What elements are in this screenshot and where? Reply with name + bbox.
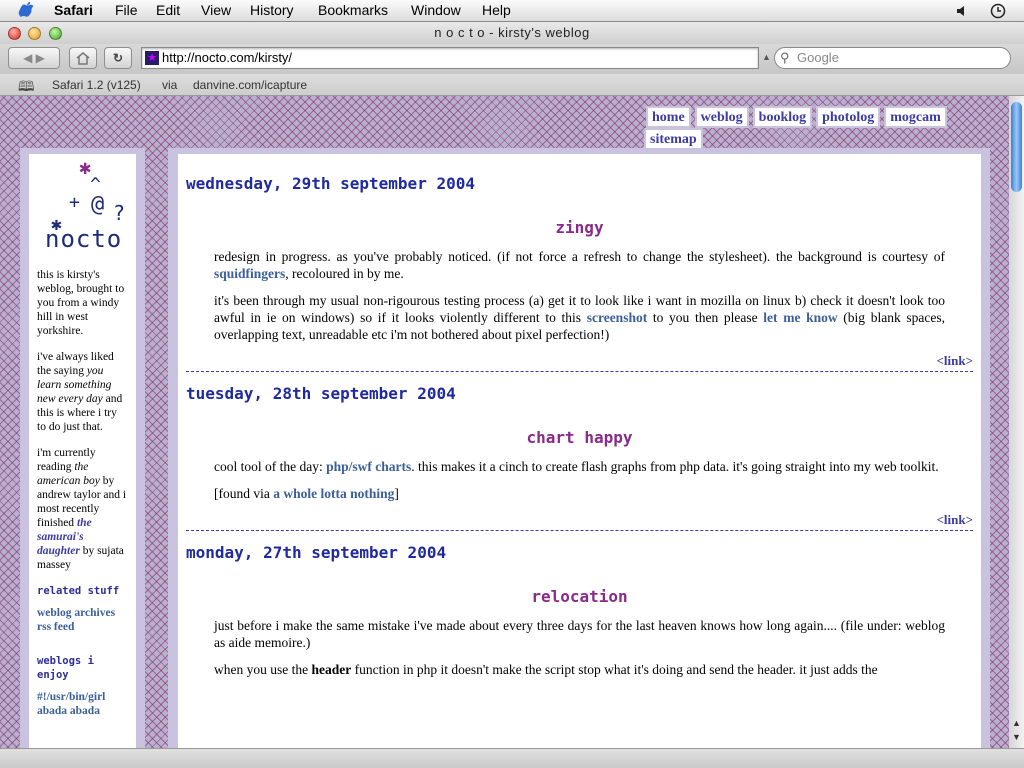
menu-bookmarks[interactable]: Bookmarks (318, 2, 388, 18)
link-weblog-archives[interactable]: weblog archives (37, 606, 128, 620)
site-nav: home weblog booklog photolog mogcam site… (640, 106, 1009, 150)
nav-mogcam[interactable]: mogcam (884, 106, 947, 128)
logo-plus-icon: + (69, 192, 80, 213)
text: [found via (214, 486, 274, 501)
text: , recoloured in by me. (285, 266, 404, 281)
address-text: http://nocto.com/kirsty/ (162, 50, 293, 65)
menu-edit[interactable]: Edit (156, 2, 180, 18)
scrollbar-thumb[interactable] (1011, 102, 1022, 192)
link-squidfingers[interactable]: squidfingers (214, 266, 285, 281)
post-separator (186, 371, 973, 372)
link-rss-feed[interactable]: rss feed (37, 620, 128, 634)
search-placeholder: Google (797, 50, 839, 65)
logo-text: nocto (45, 225, 123, 253)
nav-photolog[interactable]: photolog (816, 106, 881, 128)
volume-icon[interactable] (955, 3, 971, 19)
search-field[interactable]: ⚲ Google (774, 47, 1011, 69)
status-bar (0, 748, 1024, 768)
post-title: relocation (531, 587, 628, 606)
home-button[interactable] (69, 47, 97, 69)
address-field[interactable]: ★ http://nocto.com/kirsty/ (141, 47, 759, 69)
search-icon[interactable]: ⚲ (780, 48, 790, 68)
site-logo[interactable]: ✱ ^ + @ ? ✱ nocto (37, 155, 128, 268)
logo-caret-icon: ^ (90, 174, 101, 195)
bookmarks-bar: 🕮 Safari 1.2 (v125) via danvine.com/icap… (0, 74, 1024, 96)
window-titlebar[interactable]: n o c t o - kirsty's weblog (0, 22, 1024, 44)
post-paragraph: cool tool of the day: php/swf charts. th… (214, 458, 945, 475)
post-title: chart happy (526, 428, 633, 447)
menu-bar: Safari File Edit View History Bookmarks … (0, 0, 1024, 22)
reload-button[interactable]: ↻ (104, 47, 132, 69)
clock-icon[interactable] (990, 3, 1006, 19)
post-separator (186, 530, 973, 531)
vertical-scrollbar[interactable]: ▲ ▼ (1009, 96, 1024, 748)
logo-star-icon: ✱ (79, 155, 92, 179)
menu-help[interactable]: Help (482, 2, 511, 18)
main-content: wednesday, 29th september 2004 zingy red… (178, 154, 981, 748)
post-paragraph: [found via a whole lotta nothing] (214, 485, 945, 502)
logo-question-icon: ? (113, 201, 126, 225)
permalink[interactable]: <link> (186, 512, 974, 528)
link-let-me-know[interactable]: let me know (763, 310, 837, 325)
nav-weblog[interactable]: weblog (694, 106, 749, 128)
scroll-down-icon[interactable]: ▼ (1012, 732, 1021, 742)
post-paragraph: when you use the header function in php … (214, 661, 945, 678)
close-window-button[interactable] (8, 27, 21, 40)
logo-at-icon: @ (91, 192, 105, 217)
weblogs-heading: weblogs i enjoy (37, 655, 94, 681)
web-page: home weblog booklog photolog mogcam site… (0, 96, 1009, 748)
zoom-window-button[interactable] (49, 27, 62, 40)
reload-icon: ↻ (112, 51, 124, 65)
menu-file[interactable]: File (115, 2, 138, 18)
text: cool tool of the day: (214, 459, 327, 474)
back-forward-button[interactable]: ◀ ▶ (8, 47, 60, 69)
link-usr-bin-girl[interactable]: #!/usr/bin/girl (37, 690, 128, 704)
text: redesign in progress. as you've probably… (214, 249, 945, 264)
minimize-window-button[interactable] (28, 27, 41, 40)
text: . this makes it a cinch to create flash … (411, 459, 939, 474)
post-paragraph: redesign in progress. as you've probably… (214, 248, 945, 282)
related-heading: related stuff (37, 585, 120, 597)
text: when you use the (214, 662, 312, 677)
permalink[interactable]: <link> (186, 353, 974, 369)
link-whole-lotta-nothing[interactable]: a whole lotta nothing (273, 486, 394, 501)
address-dropdown-icon[interactable]: ▲ (762, 52, 771, 62)
site-favicon: ★ (145, 51, 159, 65)
back-arrow-icon[interactable]: ◀ (23, 51, 32, 65)
bold-header: header (311, 662, 352, 677)
nav-sitemap[interactable]: sitemap (644, 128, 703, 150)
menu-view[interactable]: View (201, 2, 231, 18)
bookmark-safari-version[interactable]: Safari 1.2 (v125) (52, 78, 141, 92)
window-title: n o c t o - kirsty's weblog (434, 25, 590, 40)
scroll-up-icon[interactable]: ▲ (1012, 718, 1021, 728)
post-date: wednesday, 29th september 2004 (186, 174, 475, 193)
text: ] (394, 486, 399, 501)
sidebar: ✱ ^ + @ ? ✱ nocto this is kirsty's weblo… (29, 154, 136, 748)
text: to you then please (647, 310, 764, 325)
sidebar-intro: this is kirsty's weblog, brought to you … (37, 269, 125, 337)
browser-toolbar: ◀ ▶ ↻ ★ http://nocto.com/kirsty/ ▲ ⚲ Goo… (0, 44, 1024, 74)
text: function in php it doesn't make the scri… (351, 662, 878, 677)
nav-home[interactable]: home (646, 106, 691, 128)
sidebar-saying: i've always liked the saying you learn s… (37, 350, 128, 434)
home-icon (76, 52, 90, 65)
nav-booklog[interactable]: booklog (752, 106, 813, 128)
menu-safari[interactable]: Safari (54, 2, 93, 18)
apple-icon[interactable] (18, 1, 36, 21)
post-date: tuesday, 28th september 2004 (186, 384, 456, 403)
bookmark-via[interactable]: via (162, 78, 177, 92)
post-paragraph: just before i make the same mistake i've… (214, 618, 945, 650)
sidebar-reading: i'm currently reading the american boy b… (37, 446, 128, 572)
post-paragraph: it's been through my usual non-rigourous… (214, 292, 945, 343)
forward-arrow-icon[interactable]: ▶ (36, 51, 45, 65)
menu-history[interactable]: History (250, 2, 294, 18)
link-php-swf-charts[interactable]: php/swf charts (326, 459, 411, 474)
link-abada-abada[interactable]: abada abada (37, 704, 128, 718)
post-title: zingy (555, 218, 604, 237)
link-screenshot[interactable]: screenshot (587, 310, 648, 325)
bookmark-icapture[interactable]: danvine.com/icapture (193, 78, 307, 92)
post-date: monday, 27th september 2004 (186, 543, 447, 562)
menu-window[interactable]: Window (411, 2, 461, 18)
